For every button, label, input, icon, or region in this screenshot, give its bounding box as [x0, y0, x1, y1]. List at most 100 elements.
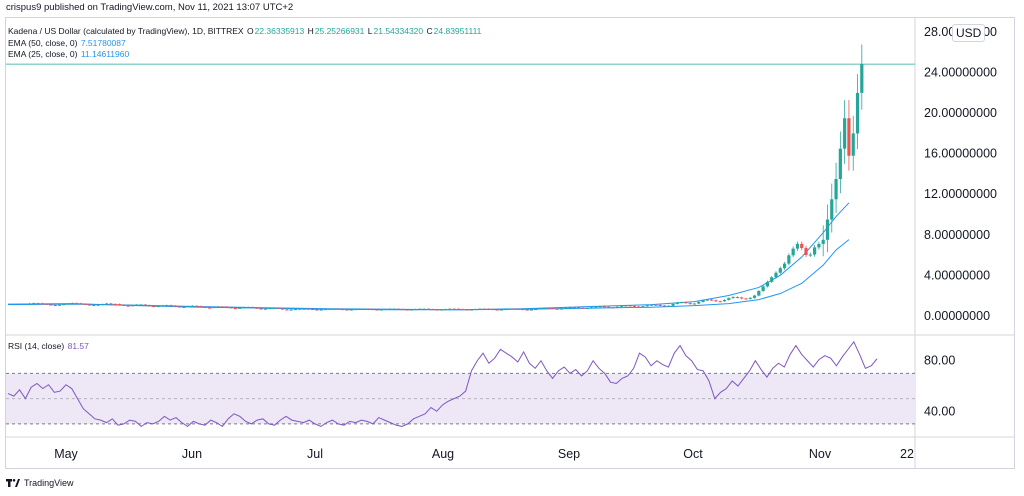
candle-body [366, 308, 370, 310]
candle [143, 304, 147, 306]
candle-body [203, 306, 207, 308]
candle-body [246, 307, 250, 309]
candle-body [186, 306, 190, 308]
candle-body [79, 303, 83, 305]
candle-body [96, 304, 100, 306]
candle-body [782, 263, 787, 269]
candle [482, 308, 486, 310]
candle [692, 302, 697, 305]
candle [761, 285, 765, 292]
price-chart[interactable]: 28.0000000024.0000000020.0000000016.0000… [6, 18, 1014, 468]
candle [662, 305, 667, 307]
candle-body [474, 309, 478, 311]
ohlc-open-value: 22.36335913 [254, 26, 305, 36]
time-tick-label: 22 [900, 447, 914, 461]
candle-body [688, 303, 692, 305]
candle [169, 304, 173, 307]
ohlc-close-value: 24.83951111 [433, 26, 482, 36]
candle-body [448, 308, 452, 310]
rsi-axis[interactable]: 80.00 40.00 [924, 354, 955, 419]
candle-body [358, 308, 362, 310]
candle-body [735, 297, 739, 299]
candle [79, 302, 83, 305]
candle [418, 308, 422, 310]
candle-body [259, 308, 263, 310]
time-axis[interactable]: May Jun Jul Aug Sep Oct Nov 22 [54, 447, 914, 461]
candle-body [212, 307, 216, 309]
candle-body [512, 308, 516, 310]
candle-body [233, 308, 237, 310]
candle-body [413, 309, 418, 311]
rsi-tick-label: 80.00 [924, 354, 955, 368]
candle-body [109, 303, 113, 305]
candle [804, 245, 808, 258]
candle [795, 241, 800, 251]
candle-body [478, 308, 482, 310]
candle-body [315, 309, 319, 311]
candle [611, 306, 615, 309]
price-axis[interactable]: 28.0000000024.0000000020.0000000016.0000… [924, 25, 997, 323]
candle [727, 297, 731, 301]
candle-body [860, 64, 864, 93]
candle-body [216, 306, 220, 308]
candle [190, 305, 195, 307]
candle-body [645, 305, 649, 307]
price-tick-label: 20.00000000 [924, 106, 997, 120]
candle-body [40, 303, 44, 305]
candle-body [774, 272, 778, 278]
candle-body [229, 307, 233, 309]
candle-body [808, 254, 812, 256]
candle-body [482, 308, 486, 310]
candle [32, 302, 36, 305]
symbol-title: Kadena / US Dollar (calculated by Tradin… [8, 26, 244, 36]
candle-body [765, 281, 770, 287]
chart-page: crispus9 published on TradingView.com, N… [0, 0, 1024, 496]
candle-body [220, 306, 225, 308]
candle-body [800, 243, 804, 249]
candle [388, 308, 392, 310]
candle-body [504, 309, 508, 311]
chart-frame[interactable]: 28.0000000024.0000000020.0000000016.0000… [5, 17, 1015, 469]
candle [680, 301, 684, 304]
candle-body [821, 239, 825, 244]
candle-body [778, 268, 782, 273]
candle-body [499, 309, 504, 311]
candle-body [431, 309, 435, 311]
candle-body [521, 309, 525, 311]
candle-body [276, 307, 280, 309]
candle-body [667, 305, 671, 307]
candle-body [637, 306, 641, 308]
rsi-legend[interactable]: RSI (14, close) 81.57 [8, 340, 90, 352]
candle-body [255, 307, 259, 309]
candle-body [242, 307, 246, 309]
candle-body [165, 305, 169, 307]
rsi-value: 81.57 [67, 341, 89, 351]
candle [744, 297, 748, 300]
candle-body [727, 298, 731, 300]
candle-body [435, 309, 439, 311]
price-tick-label: 16.00000000 [924, 147, 997, 161]
candle-body [547, 307, 551, 309]
candle [830, 183, 834, 233]
ema-line-25 [7, 202, 850, 311]
candle-body [649, 304, 654, 306]
ema25-legend[interactable]: EMA (25, close, 0) 11.14611960 [8, 48, 130, 60]
candle [444, 308, 448, 311]
candle-body [49, 304, 53, 306]
candle [474, 308, 478, 311]
publish-info: crispus9 published on TradingView.com, N… [6, 2, 294, 13]
candle-body [195, 305, 199, 307]
candle-body [45, 303, 49, 305]
currency-button[interactable]: USD [952, 24, 986, 42]
candle-body [32, 303, 36, 305]
candle-body [589, 307, 594, 309]
candle-body [444, 309, 448, 311]
candle-body [345, 309, 349, 311]
footer-brand: TradingView [24, 478, 74, 488]
candle-body [722, 299, 727, 302]
time-tick-label: Nov [809, 447, 832, 461]
candle-body [311, 309, 315, 311]
candle-body [714, 300, 718, 302]
candle-body [105, 303, 109, 305]
ohlc-open-label: O [246, 26, 254, 36]
